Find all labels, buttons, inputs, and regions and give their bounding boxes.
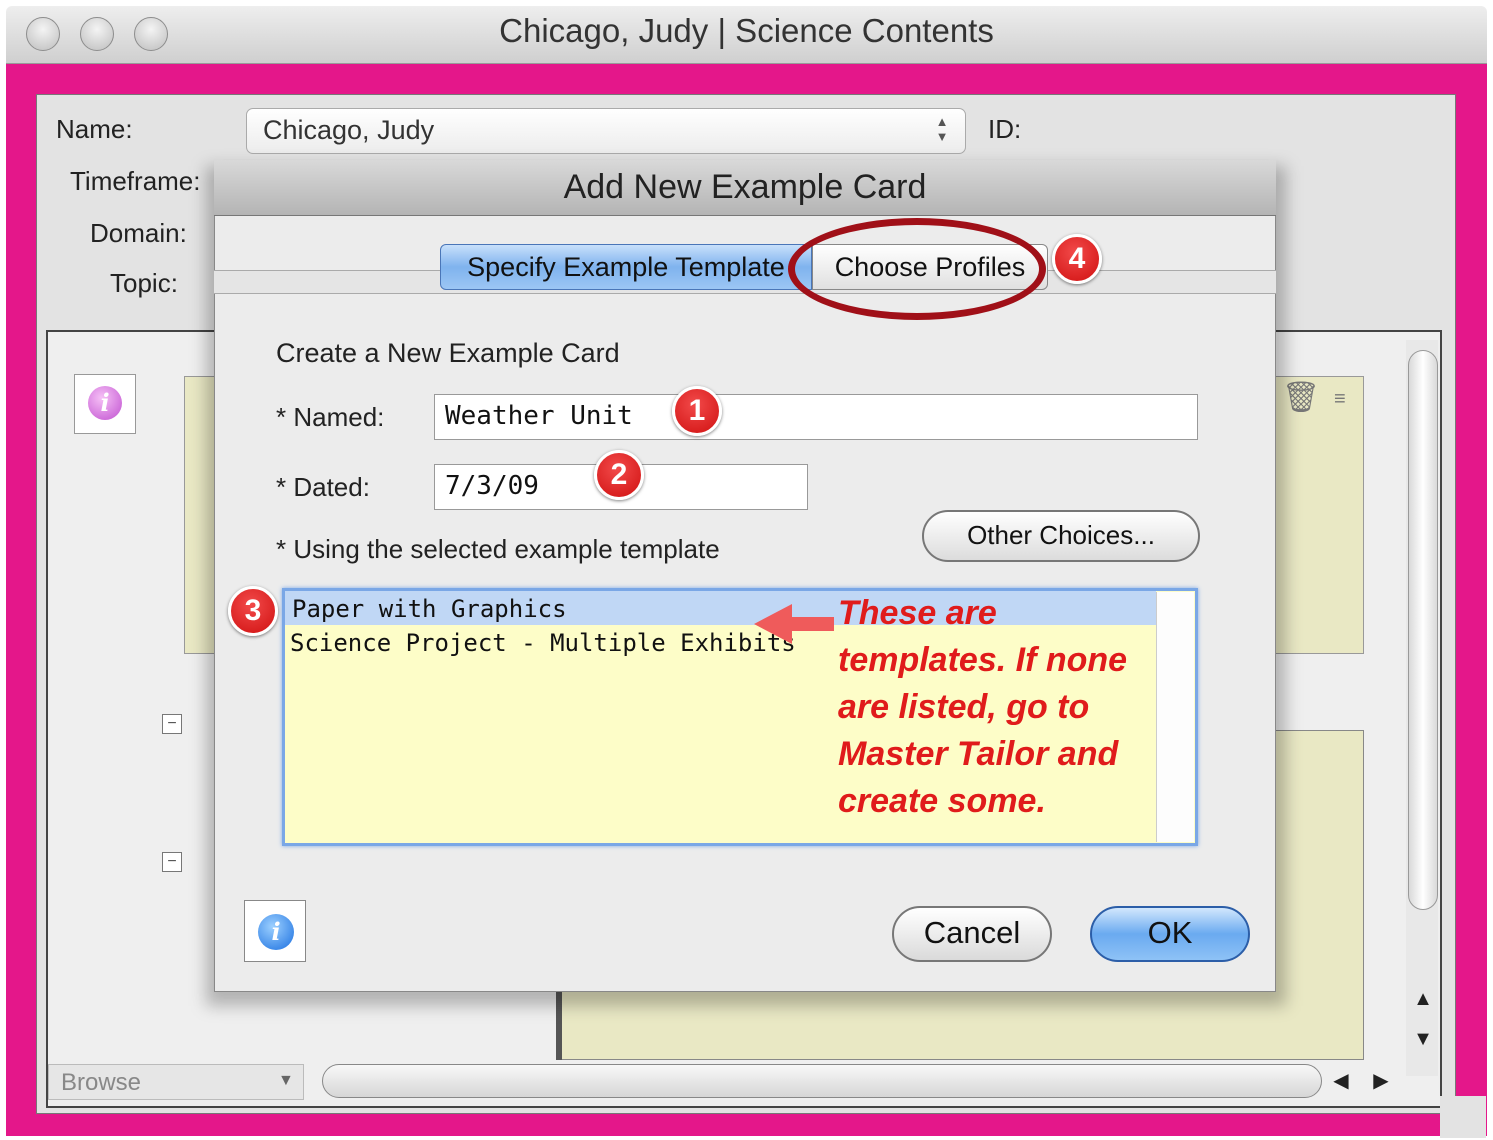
named-input[interactable]: Weather Unit: [434, 394, 1198, 440]
annotation-arrow: [790, 617, 834, 631]
resize-grip-icon[interactable]: [1440, 1096, 1486, 1138]
chevron-down-icon: ▼: [278, 1072, 294, 1089]
other-choices-button[interactable]: Other Choices...: [922, 510, 1200, 562]
ok-button[interactable]: OK: [1090, 906, 1250, 962]
scroll-up-icon[interactable]: ▲: [1408, 984, 1438, 1014]
timeframe-label: Timeframe:: [70, 166, 201, 196]
topic-label: Topic:: [110, 268, 178, 298]
collapse-icon[interactable]: −: [162, 852, 182, 872]
dated-label: * Dated:: [276, 472, 370, 502]
name-select[interactable]: Chicago, Judy: [246, 108, 966, 154]
step-badge-3: 3: [228, 586, 278, 636]
scroll-right-icon[interactable]: ▶: [1366, 1066, 1396, 1096]
filter-icon[interactable]: ≡: [1334, 388, 1346, 411]
cancel-button[interactable]: Cancel: [892, 906, 1052, 962]
info-icon: i: [88, 386, 122, 420]
tab-specify-example-template[interactable]: Specify Example Template: [440, 244, 812, 290]
step-badge-1: 1: [672, 386, 722, 436]
collapse-icon[interactable]: −: [162, 714, 182, 734]
annotation-note: These are templates. If none are listed,…: [838, 594, 1128, 820]
horizontal-scrollbar[interactable]: [322, 1064, 1322, 1098]
step-badge-4: 4: [1052, 234, 1102, 284]
domain-label: Domain:: [90, 218, 187, 248]
step-badge-2: 2: [594, 450, 644, 500]
trash-icon[interactable]: 🗑: [1282, 380, 1320, 422]
section-heading: Create a New Example Card: [276, 338, 620, 368]
scroll-down-icon[interactable]: ▼: [1408, 1024, 1438, 1054]
id-label: ID:: [988, 114, 1022, 144]
scroll-left-icon[interactable]: ◀: [1326, 1066, 1356, 1096]
name-label: Name:: [56, 114, 133, 144]
highlight-ellipse: [788, 218, 1046, 320]
select-arrows-icon: ▲ ▼: [935, 114, 949, 144]
info-icon: i: [258, 914, 294, 950]
window-title: Chicago, Judy | Science Contents: [499, 12, 994, 49]
template-item-science-project[interactable]: Science Project - Multiple Exhibits: [290, 629, 796, 657]
template-item-paper-with-graphics[interactable]: Paper with Graphics: [292, 595, 567, 623]
vertical-scroll-thumb[interactable]: [1408, 350, 1438, 910]
named-label: * Named:: [276, 402, 385, 432]
template-label: * Using the selected example template: [276, 534, 720, 564]
browse-select[interactable]: Browse: [48, 1064, 304, 1100]
dialog-title: Add New Example Card: [563, 168, 927, 206]
arrow-left-icon: [754, 604, 792, 644]
